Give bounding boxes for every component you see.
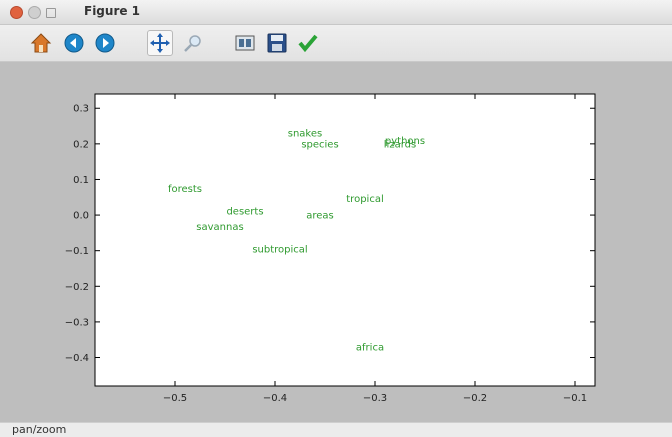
x-tick-label: −0.3 — [363, 393, 387, 404]
close-window-button[interactable] — [10, 6, 23, 19]
plot-area[interactable] — [94, 93, 596, 387]
save-button[interactable] — [264, 30, 290, 56]
subplots-button[interactable] — [232, 30, 258, 56]
window-title: Figure 1 — [84, 4, 141, 18]
status-bar: pan/zoom — [0, 422, 672, 437]
minimize-window-button[interactable] — [28, 6, 41, 19]
point-label-forests: forests — [168, 184, 202, 195]
zoom-button[interactable] — [180, 30, 206, 56]
maximize-window-button[interactable] — [46, 8, 56, 18]
scatter-chart[interactable]: −0.5 −0.4 −0.3 −0.2 −0.1 0.3 0.2 0.1 0.0 −0.1 −0.2… — [0, 62, 672, 422]
y-tick-label: −0.3 — [65, 317, 89, 328]
title-bar: Figure 1 — [0, 0, 672, 25]
status-text: pan/zoom — [12, 423, 67, 436]
figure-canvas[interactable]: −0.5 −0.4 −0.3 −0.2 −0.1 0.3 0.2 0.1 0.0 −0.1 −0.2… — [0, 62, 672, 422]
home-icon — [30, 33, 52, 53]
point-label-deserts: deserts — [226, 206, 263, 217]
x-tick-label: −0.2 — [463, 393, 487, 404]
figure-window: Figure 1 −0.5 −0.4 −0.3 −0.2 −0.1 0.3 0.… — [0, 0, 672, 437]
pan-button[interactable] — [147, 30, 173, 56]
x-tick-label: −0.4 — [263, 393, 287, 404]
save-icon — [267, 33, 287, 53]
point-label-tropical: tropical — [346, 194, 383, 205]
point-label-species: species — [301, 139, 338, 150]
x-tick-label: −0.5 — [163, 393, 187, 404]
navigation-toolbar — [0, 25, 672, 62]
y-tick-label: 0.0 — [73, 211, 89, 222]
zoom-icon — [184, 35, 201, 52]
y-tick-label: −0.2 — [65, 282, 89, 293]
y-tick-label: 0.1 — [73, 175, 89, 186]
point-label-savannas: savannas — [196, 222, 243, 233]
y-tick-label: 0.3 — [73, 104, 89, 115]
y-tick-label: −0.1 — [65, 246, 89, 257]
point-label-africa: africa — [356, 342, 384, 353]
check-icon — [298, 34, 318, 53]
arrow-right-icon — [95, 33, 115, 53]
point-label-subtropical: subtropical — [252, 244, 307, 255]
point-label-areas: areas — [306, 211, 334, 222]
y-tick-label: 0.2 — [73, 139, 89, 150]
arrow-left-icon — [64, 33, 84, 53]
point-label-lizards: lizards — [384, 139, 416, 150]
home-button[interactable] — [28, 30, 54, 56]
forward-button[interactable] — [92, 30, 118, 56]
y-tick-label: −0.4 — [65, 353, 89, 364]
edit-button[interactable] — [295, 30, 321, 56]
move-icon — [150, 33, 170, 53]
subplots-icon — [235, 35, 255, 51]
back-button[interactable] — [61, 30, 87, 56]
point-label-snakes: snakes — [288, 129, 322, 140]
x-tick-label: −0.1 — [563, 393, 587, 404]
